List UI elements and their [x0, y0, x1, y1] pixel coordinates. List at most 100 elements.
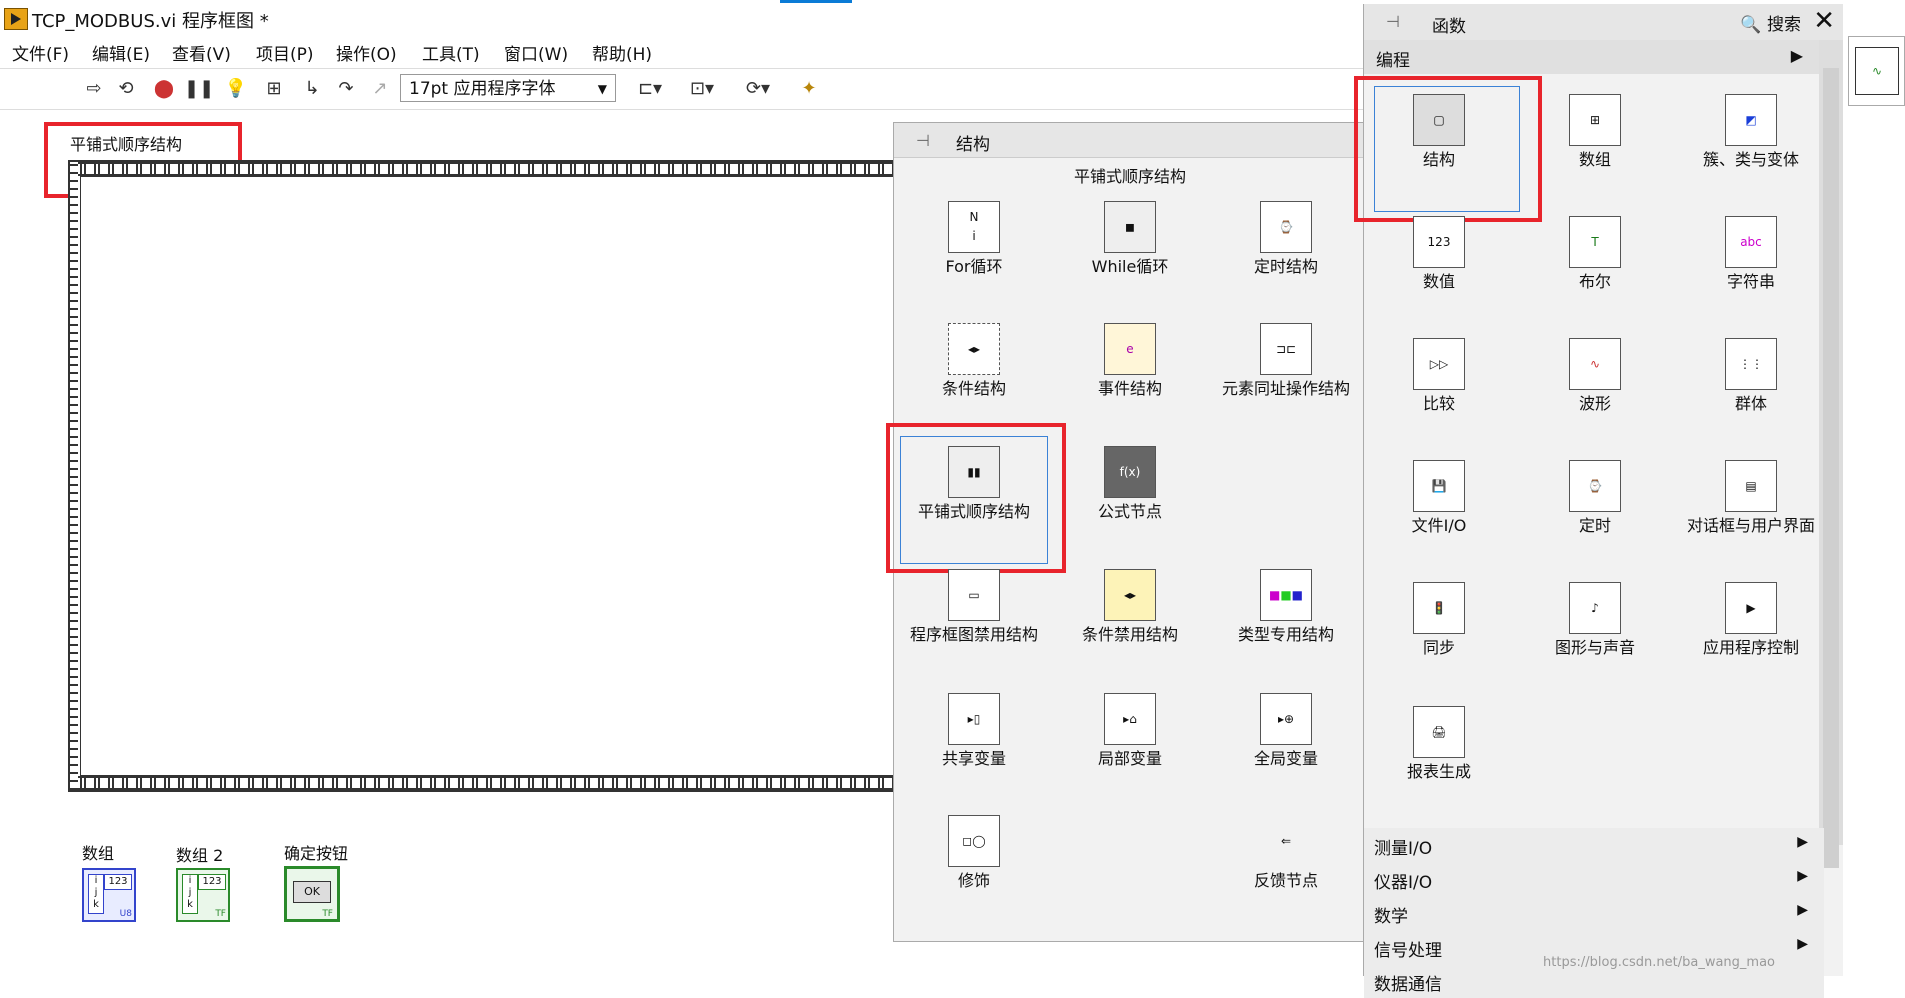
- item-label: 图形与声音: [1554, 638, 1635, 657]
- palette-formula-node[interactable]: f(x) 公式节点: [1055, 446, 1205, 521]
- func-string[interactable]: abc 字符串: [1676, 216, 1826, 291]
- palette-global-variable[interactable]: ▸⊕ 全局变量: [1211, 693, 1361, 768]
- func-waveform[interactable]: ∿ 波形: [1520, 338, 1670, 413]
- palette-feedback-node[interactable]: ⇐ 反馈节点: [1211, 815, 1361, 891]
- global-variable-icon: ▸⊕: [1260, 693, 1312, 745]
- functions-palette-title: 函数: [1432, 17, 1466, 37]
- menu-project[interactable]: 项目(P): [256, 40, 314, 65]
- clean-up-diagram-icon[interactable]: ✦: [792, 77, 826, 101]
- run-arrow-icon[interactable]: ⇨: [82, 77, 106, 101]
- diagram-disable-icon: ▭: [948, 569, 1000, 621]
- timing-icon: ⌚: [1569, 460, 1621, 512]
- palette-conditional-disable[interactable]: ◂▸ 条件禁用结构: [1055, 569, 1205, 644]
- search-label: 搜索: [1767, 15, 1801, 35]
- item-label: 共享变量: [941, 749, 1006, 768]
- func-file-io[interactable]: 💾 文件I/O: [1364, 460, 1514, 535]
- menu-tools[interactable]: 工具(T): [422, 40, 480, 65]
- reorder-icon[interactable]: ⟳▾: [738, 77, 778, 101]
- watermark: https://blog.csdn.net/ba_wang_mao: [1543, 955, 1775, 970]
- menu-operate[interactable]: 操作(O): [336, 40, 397, 65]
- functions-category-header[interactable]: 编程 ▶: [1364, 40, 1843, 74]
- item-label: 同步: [1422, 638, 1455, 657]
- menu-edit[interactable]: 编辑(E): [92, 40, 150, 65]
- sequence-frame-interior[interactable]: [80, 176, 926, 776]
- vi-icon: ∿: [1855, 47, 1899, 95]
- func-dialog-ui[interactable]: ▤ 对话框与用户界面: [1676, 460, 1826, 535]
- flat-sequence-structure[interactable]: [68, 160, 928, 792]
- font-select[interactable]: 17pt 应用程序字体 ▼: [400, 74, 616, 102]
- menu-help[interactable]: 帮助(H): [592, 40, 652, 65]
- terminal-icon-text: 123: [104, 874, 132, 890]
- terminal-type: TF: [215, 909, 226, 919]
- search-button[interactable]: 🔍 搜索: [1740, 10, 1801, 35]
- func-application-control[interactable]: ▶ 应用程序控制: [1676, 582, 1826, 657]
- func-cluster-class-variant[interactable]: ◩ 簇、类与变体: [1676, 94, 1826, 169]
- category-mathematics[interactable]: 数学 ▶: [1364, 896, 1824, 930]
- array-icon: ⊞: [1569, 94, 1621, 146]
- palette-local-variable[interactable]: ▸⌂ 局部变量: [1055, 693, 1205, 768]
- func-boolean[interactable]: T 布尔: [1520, 216, 1670, 291]
- item-label: 条件禁用结构: [1081, 625, 1178, 644]
- item-label: 报表生成: [1406, 762, 1471, 781]
- vi-icon-panel[interactable]: ∿: [1848, 36, 1905, 106]
- type-specialization-icon: ■ ■ ■: [1260, 569, 1312, 621]
- functions-palette-header[interactable]: ⊣ 函数 🔍 搜索 ✕: [1364, 4, 1843, 40]
- palette-timed-structure[interactable]: ⌚ 定时结构: [1211, 201, 1361, 276]
- item-label: 反馈节点: [1253, 871, 1318, 890]
- array-2-terminal[interactable]: ijk 123 TF: [176, 868, 230, 922]
- menu-file[interactable]: 文件(F): [12, 40, 69, 65]
- func-report-generation[interactable]: 🖨 报表生成: [1364, 706, 1514, 781]
- step-out-icon[interactable]: ↗: [368, 77, 392, 101]
- boolean-icon: T: [1569, 216, 1621, 268]
- pin-icon[interactable]: ⊣: [916, 131, 930, 150]
- palette-decorations[interactable]: ◻◯ 修饰: [899, 815, 1049, 890]
- graphics-sound-icon: ♪: [1569, 582, 1621, 634]
- palette-shared-variable[interactable]: ▸▯ 共享变量: [899, 693, 1049, 768]
- func-timing[interactable]: ⌚ 定时: [1520, 460, 1670, 535]
- pin-icon[interactable]: ⊣: [1386, 12, 1400, 31]
- func-comparison[interactable]: ▷▷ 比较: [1364, 338, 1514, 413]
- item-label: 布尔: [1578, 272, 1611, 291]
- category-measurement-io[interactable]: 测量I/O ▶: [1364, 828, 1824, 862]
- array-terminal[interactable]: ijk 123 U8: [82, 868, 136, 922]
- structures-palette[interactable]: ⊣ 结构 平铺式顺序结构 Ni For循环 ◼ While循环 ⌚ 定时结构 ◂▸ 条件…: [886, 122, 1383, 942]
- func-synchronization[interactable]: 🚦 同步: [1364, 582, 1514, 657]
- func-numeric[interactable]: 123 数值: [1364, 216, 1514, 291]
- film-strip-bottom: [70, 776, 926, 790]
- pause-icon[interactable]: ❚❚: [184, 77, 214, 101]
- ok-button-terminal[interactable]: OK TF: [284, 866, 340, 922]
- distribute-objects-icon[interactable]: ⊡▾: [682, 77, 722, 101]
- retain-wire-values-icon[interactable]: ⊞: [262, 77, 286, 101]
- terminal-type: TF: [322, 909, 333, 919]
- item-label: 文件I/O: [1411, 516, 1467, 535]
- palette-type-specialization[interactable]: ■ ■ ■ 类型专用结构: [1211, 569, 1361, 644]
- func-array[interactable]: ⊞ 数组: [1520, 94, 1670, 169]
- terminal-label-array-2: 数组 2: [176, 846, 224, 865]
- palette-diagram-disable[interactable]: ▭ 程序框图禁用结构: [899, 569, 1049, 644]
- palette-for-loop[interactable]: Ni For循环: [899, 201, 1049, 276]
- conditional-disable-icon: ◂▸: [1104, 569, 1156, 621]
- func-collection[interactable]: ⋮⋮ 群体: [1676, 338, 1826, 413]
- align-objects-icon[interactable]: ⊏▾: [632, 77, 668, 101]
- item-label: 公式节点: [1097, 502, 1162, 521]
- step-over-icon[interactable]: ↷: [334, 77, 358, 101]
- functions-palette[interactable]: ⊣ 函数 🔍 搜索 ✕ 编程 ▶ ▢ 结构 ⊞ 数组 ◩ 簇、类与变体 123 数值 T…: [1354, 4, 1843, 998]
- palette-case-structure[interactable]: ◂▸ 条件结构: [899, 323, 1049, 398]
- close-icon[interactable]: ✕: [1813, 6, 1835, 36]
- toolbar: ⇨ ⟲ ⬤ ❚❚ 💡 ⊞ ↳ ↷ ↗ 17pt 应用程序字体 ▼ ⊏▾ ⊡▾ ⟳…: [0, 68, 1370, 110]
- palette-in-place-element-structure[interactable]: ⊐⊏ 元素同址操作结构: [1211, 323, 1361, 398]
- menu-view[interactable]: 查看(V): [172, 40, 231, 65]
- for-loop-icon: Ni: [948, 201, 1000, 253]
- search-icon: 🔍: [1740, 15, 1762, 35]
- category-instrument-io[interactable]: 仪器I/O ▶: [1364, 862, 1824, 896]
- palette-while-loop[interactable]: ◼ While循环: [1055, 201, 1205, 276]
- func-graphics-sound[interactable]: ♪ 图形与声音: [1520, 582, 1670, 657]
- abort-icon[interactable]: ⬤: [152, 77, 176, 101]
- run-continuously-icon[interactable]: ⟲: [114, 77, 138, 101]
- category-label: 测量I/O: [1374, 839, 1433, 859]
- step-into-icon[interactable]: ↳: [300, 77, 324, 101]
- structures-palette-header[interactable]: ⊣ 结构: [894, 123, 1382, 158]
- palette-event-structure[interactable]: e 事件结构: [1055, 323, 1205, 398]
- highlight-execution-icon[interactable]: 💡: [224, 77, 248, 101]
- menu-window[interactable]: 窗口(W): [504, 40, 568, 65]
